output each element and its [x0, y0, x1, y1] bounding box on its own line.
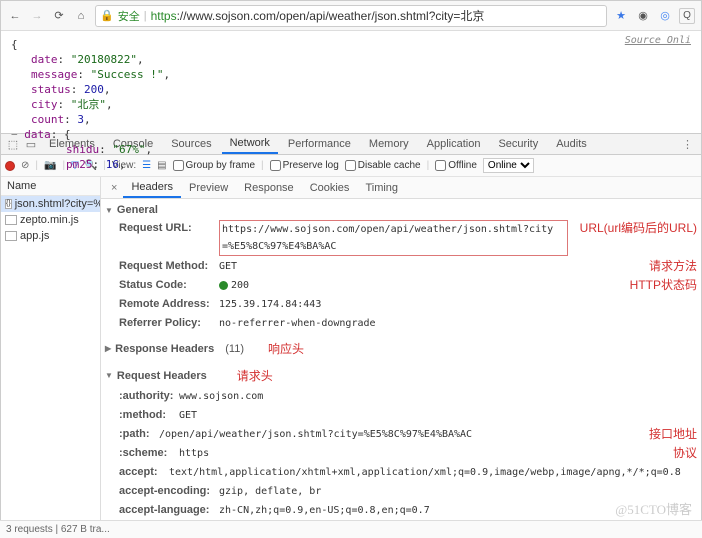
- status-code: 200: [219, 277, 612, 294]
- subtab-preview[interactable]: Preview: [181, 179, 236, 197]
- request-row[interactable]: app.js: [1, 228, 100, 244]
- home-icon[interactable]: ⌂: [73, 8, 89, 24]
- request-row[interactable]: zepto.min.js: [1, 212, 100, 228]
- name-column[interactable]: Name: [1, 177, 100, 196]
- url-text: https://www.sojson.com/open/api/weather/…: [151, 7, 602, 24]
- chrome-icon[interactable]: ◎: [657, 8, 673, 24]
- annotation: 请求头: [237, 367, 273, 384]
- status-bar: 3 requests | 627 B tra...: [0, 520, 702, 538]
- annotation: 请求方法: [649, 258, 697, 275]
- forward-icon[interactable]: →: [29, 8, 45, 24]
- json-viewer: Source Onli { date: "20180822", message:…: [1, 31, 701, 133]
- section-request-headers[interactable]: ▼Request Headers请求头: [105, 364, 697, 387]
- subtab-cookies[interactable]: Cookies: [302, 179, 358, 197]
- annotation: URL(url编码后的URL): [580, 220, 697, 256]
- address-bar[interactable]: 🔒 安全 | https://www.sojson.com/open/api/w…: [95, 5, 607, 27]
- request-list: Name {}json.shtml?city=%... zepto.min.js…: [1, 177, 101, 521]
- collapse-toggle[interactable]: −: [11, 128, 18, 141]
- request-method: GET: [219, 258, 635, 275]
- lock-icon: 🔒: [100, 9, 114, 22]
- remote-address: 125.39.174.84:443: [219, 296, 697, 313]
- annotation: HTTP状态码: [630, 277, 697, 294]
- back-icon[interactable]: ←: [7, 8, 23, 24]
- secure-label: 安全: [118, 8, 140, 24]
- annotation: 接口地址: [649, 426, 697, 443]
- annotation: 协议: [673, 445, 697, 462]
- request-row[interactable]: {}json.shtml?city=%...: [1, 196, 100, 212]
- request-details: × Headers Preview Response Cookies Timin…: [101, 177, 701, 521]
- subtab-timing[interactable]: Timing: [357, 179, 406, 197]
- referrer-policy: no-referrer-when-downgrade: [219, 315, 697, 332]
- subtab-headers[interactable]: Headers: [123, 178, 181, 198]
- request-url: https://www.sojson.com/open/api/weather/…: [219, 220, 568, 256]
- reload-icon[interactable]: ⟳: [51, 8, 67, 24]
- subtab-response[interactable]: Response: [236, 179, 302, 197]
- close-icon[interactable]: ×: [105, 182, 123, 194]
- bookmark-icon[interactable]: ★: [613, 8, 629, 24]
- section-response-headers[interactable]: ▶Response Headers (11)响应头: [105, 337, 697, 360]
- extension-icon[interactable]: ◉: [635, 8, 651, 24]
- search-page-icon[interactable]: Q: [679, 8, 695, 24]
- source-link[interactable]: Source Onli: [625, 33, 691, 48]
- section-general[interactable]: ▼General: [105, 201, 697, 219]
- annotation: 响应头: [268, 340, 304, 357]
- watermark: @51CTO博客: [615, 499, 692, 518]
